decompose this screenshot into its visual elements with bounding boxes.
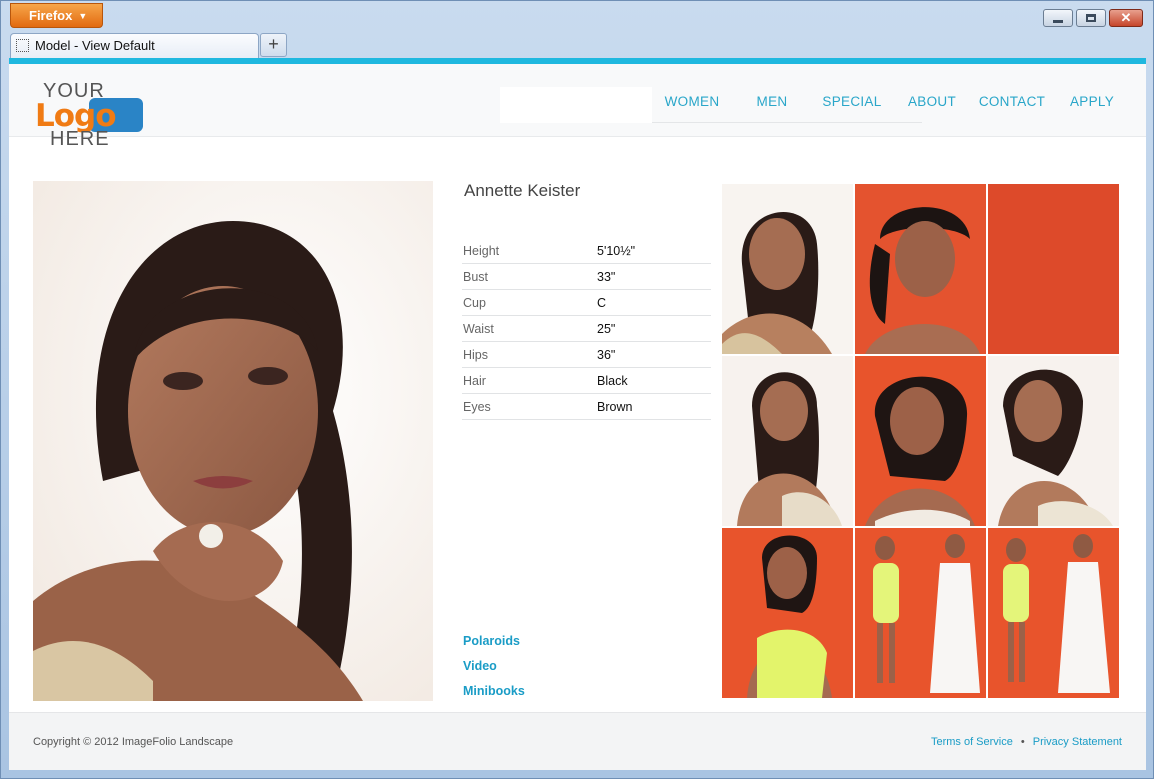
stat-label: Waist — [463, 321, 494, 336]
stat-label: Bust — [463, 269, 489, 284]
site-header: YOUR Logo HERE WOMEN MEN SPECIAL ABOUT C… — [9, 64, 1146, 150]
tab-title: Model - View Default — [35, 38, 155, 53]
terms-of-service-link[interactable]: Terms of Service — [931, 736, 1013, 748]
stat-label: Hips — [463, 347, 489, 362]
dropdown-caret-icon: ▼ — [78, 11, 88, 21]
site-logo[interactable]: YOUR Logo HERE — [33, 80, 148, 152]
stat-value: 36" — [597, 347, 616, 362]
footer-links: Terms of Service • Privacy Statement — [931, 736, 1122, 748]
stat-row: Height 5'10½" — [462, 238, 711, 264]
photo-gallery — [722, 184, 1120, 699]
stat-value: 5'10½" — [597, 243, 636, 258]
gallery-thumb[interactable] — [855, 528, 986, 698]
page-favicon-icon — [16, 39, 29, 52]
hero-portrait-image — [33, 181, 433, 701]
firefox-menu-label: Firefox — [29, 8, 73, 23]
stat-label: Eyes — [463, 399, 491, 414]
nav-apply[interactable]: APPLY — [1052, 94, 1132, 109]
nav-special[interactable]: SPECIAL — [812, 94, 892, 109]
stat-label: Cup — [463, 295, 486, 310]
stat-row: Waist 25" — [462, 316, 711, 342]
maximize-icon — [1086, 14, 1096, 22]
stat-label: Height — [463, 243, 500, 258]
nav-about[interactable]: ABOUT — [892, 94, 972, 109]
gallery-thumb[interactable] — [722, 184, 853, 354]
stat-row: Hair Black — [462, 368, 711, 394]
polaroids-link[interactable]: Polaroids — [463, 634, 525, 659]
stat-value: C — [597, 295, 607, 310]
close-button[interactable]: ✕ — [1109, 9, 1143, 27]
stat-row: Bust 33" — [462, 264, 711, 290]
logo-text-bottom: HERE — [50, 128, 110, 150]
browser-window: Firefox ▼ ✕ Model - View Default + YOUR L… — [0, 0, 1154, 779]
site-footer: Copyright © 2012 ImageFolio Landscape Te… — [9, 712, 1146, 770]
nav-contact[interactable]: CONTACT — [972, 94, 1052, 109]
nav-underline — [652, 122, 922, 123]
model-name: Annette Keister — [464, 181, 581, 200]
nav-women[interactable]: WOMEN — [652, 94, 732, 109]
gallery-thumb[interactable] — [988, 528, 1119, 698]
main-nav: WOMEN MEN SPECIAL ABOUT CONTACT APPLY — [652, 94, 1132, 109]
minimize-button[interactable] — [1043, 9, 1073, 27]
minimize-icon — [1053, 19, 1063, 23]
nav-men[interactable]: MEN — [732, 94, 812, 109]
window-controls: ✕ — [1043, 9, 1143, 27]
firefox-menu-button[interactable]: Firefox ▼ — [10, 3, 103, 28]
new-tab-button[interactable]: + — [260, 33, 287, 57]
minibooks-link[interactable]: Minibooks — [463, 684, 525, 709]
model-media-links: Polaroids Video Minibooks — [463, 634, 525, 709]
stat-label: Hair — [463, 373, 486, 388]
stat-value: 33" — [597, 269, 616, 284]
stat-value: 25" — [597, 321, 616, 336]
stat-row: Eyes Brown — [462, 394, 711, 420]
footer-separator: • — [1020, 736, 1025, 748]
gallery-thumb[interactable] — [855, 356, 986, 526]
stat-row: Cup C — [462, 290, 711, 316]
privacy-statement-link[interactable]: Privacy Statement — [1033, 736, 1122, 748]
stat-value: Black — [597, 373, 628, 388]
maximize-button[interactable] — [1076, 9, 1106, 27]
page-viewport: YOUR Logo HERE WOMEN MEN SPECIAL ABOUT C… — [9, 58, 1146, 770]
copyright-text: Copyright © 2012 ImageFolio Landscape — [33, 736, 234, 748]
gallery-thumb[interactable] — [988, 184, 1119, 354]
gallery-thumb[interactable] — [988, 356, 1119, 526]
browser-tab[interactable]: Model - View Default — [10, 33, 259, 59]
gallery-thumb[interactable] — [722, 356, 853, 526]
gallery-thumb[interactable] — [855, 184, 986, 354]
close-icon: ✕ — [1120, 10, 1132, 25]
stat-value: Brown — [597, 399, 633, 414]
gallery-thumb[interactable] — [722, 528, 853, 698]
video-link[interactable]: Video — [463, 659, 525, 684]
header-search-area[interactable] — [500, 87, 652, 123]
stat-row: Hips 36" — [462, 342, 711, 368]
model-stats-table: Height 5'10½" Bust 33" Cup C Waist 25" Hips 3… — [462, 238, 711, 420]
